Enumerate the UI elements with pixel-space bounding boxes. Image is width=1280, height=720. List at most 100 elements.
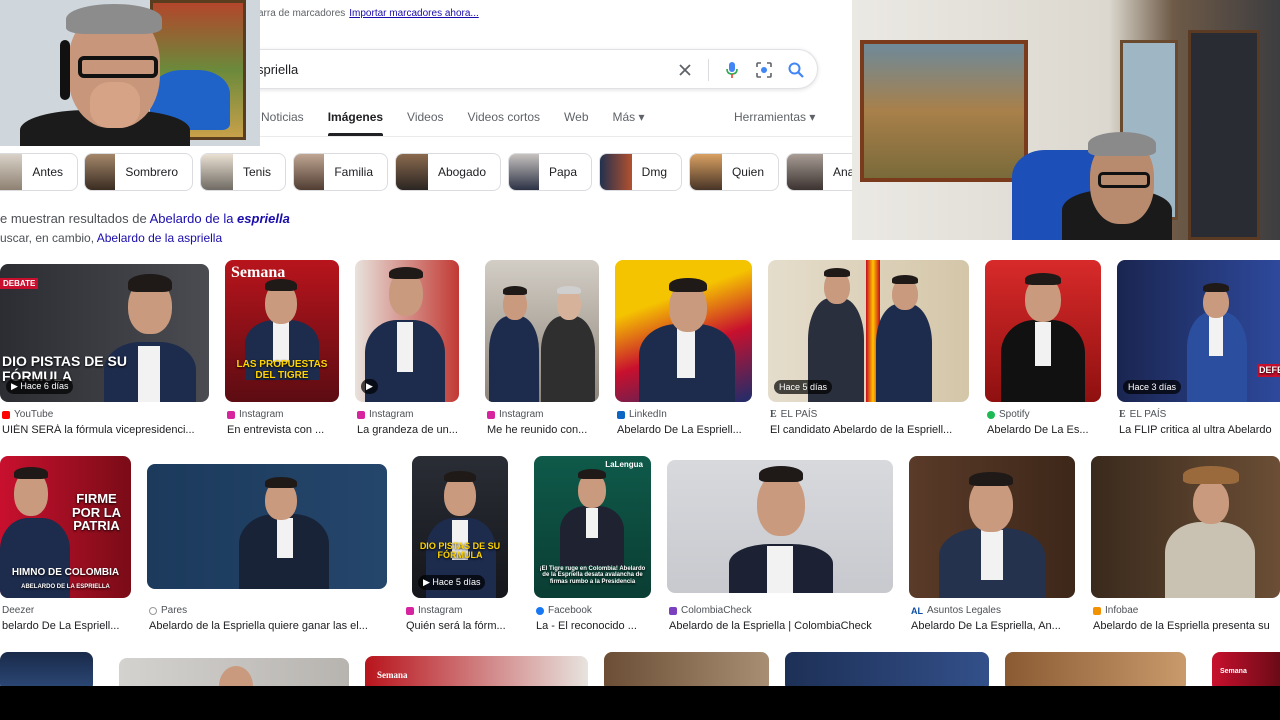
image-result[interactable] — [0, 652, 93, 686]
result-source: Infobae — [1093, 605, 1138, 616]
result-title: Abelardo De La Es... — [987, 424, 1089, 436]
result-title: En entrevista con ... — [227, 424, 325, 436]
tab-imagenes[interactable]: Imágenes — [327, 110, 384, 136]
search-divider — [708, 59, 709, 81]
search-box[interactable]: spriella — [230, 49, 818, 89]
result-thumbnail: DIO PISTAS DE SU FÓRMULA ▶ Hace 5 días — [412, 456, 508, 598]
chip-ana[interactable]: Ana — [786, 153, 852, 191]
original-query-link[interactable]: Abelardo de la aspriella — [97, 231, 222, 245]
filter-chips: Antes Sombrero Tenis Familia Abogado Pap… — [0, 153, 852, 191]
source-name: EL PAÍS — [1129, 409, 1167, 420]
result-thumbnail — [604, 652, 769, 686]
duration-badge: ▶ Hace 5 días — [418, 575, 486, 590]
age-badge: Hace 3 días — [1123, 380, 1182, 394]
result-title: Abelardo De La Espriella, An... — [911, 620, 1061, 632]
colombiacheck-icon — [669, 606, 677, 615]
chip-thumbnail — [294, 154, 325, 190]
image-result[interactable]: Spotify Abelardo De La Es... — [985, 260, 1101, 436]
image-result[interactable]: ▶ Instagram La grandeza de un... — [355, 260, 459, 436]
tab-noticias[interactable]: Noticias — [261, 110, 304, 136]
result-thumbnail — [667, 460, 893, 593]
chip-tenis[interactable]: Tenis — [200, 153, 286, 191]
tab-videos-cortos[interactable]: Videos cortos — [468, 110, 541, 136]
chip-papa[interactable]: Papa — [508, 153, 592, 191]
clear-icon[interactable] — [676, 60, 694, 80]
source-name: YouTube — [14, 409, 54, 420]
result-thumbnail: DEFE Hace 3 días — [1117, 260, 1280, 402]
tab-web[interactable]: Web — [564, 110, 588, 136]
video-badge: ▶ — [361, 379, 378, 394]
image-result[interactable] — [119, 658, 349, 686]
overlay-subcaption: HIMNO DE COLOMBIA — [11, 567, 120, 578]
search-icon[interactable] — [787, 60, 805, 80]
chip-label: Sombrero — [125, 165, 178, 179]
result-thumbnail: ▶ — [355, 260, 459, 402]
result-thumbnail: Semana LAS PROPUESTAS DEL TIGRE — [225, 260, 339, 402]
image-result[interactable]: Hace 5 días E EL PAÍS El candidato Abelar… — [768, 260, 969, 436]
spotify-icon — [987, 410, 995, 419]
result-thumbnail: FIRME POR LA PATRIA HIMNO DE COLOMBIA AB… — [0, 456, 131, 598]
image-result[interactable] — [604, 652, 769, 686]
image-result[interactable]: AL Asuntos Legales Abelardo De La Espriel… — [909, 456, 1075, 632]
result-title: Abelardo De La Espriell... — [617, 424, 742, 436]
magazine-logo: Semana — [377, 670, 408, 680]
source-name: Instagram — [418, 605, 463, 616]
image-result[interactable]: DEBATE DIO PISTAS DE SU FÓRMULA ▶ Hace 6… — [0, 264, 209, 436]
result-thumbnail — [1005, 652, 1186, 686]
result-source: Instagram — [227, 409, 283, 420]
result-thumbnail — [615, 260, 752, 402]
person-photo — [219, 666, 253, 686]
result-source: LinkedIn — [617, 409, 667, 420]
source-name: EL PAÍS — [780, 409, 818, 420]
image-result[interactable]: LinkedIn Abelardo De La Espriell... — [615, 260, 752, 436]
source-name: Asuntos Legales — [927, 605, 1001, 616]
chip-sombrero[interactable]: Sombrero — [84, 153, 193, 191]
microphone-icon[interactable] — [723, 60, 741, 80]
result-source: E EL PAÍS — [1119, 409, 1166, 420]
overlay-caption: FIRME POR LA PATRIA — [71, 491, 122, 534]
infobae-icon — [1093, 606, 1101, 615]
image-result[interactable]: Instagram Me he reunido con... — [485, 260, 599, 436]
chip-quien[interactable]: Quien — [689, 153, 779, 191]
result-thumbnail — [119, 658, 349, 686]
tab-mas[interactable]: Más ▾ — [613, 110, 645, 136]
overlay-caption: ¡El Tigre ruge en Colombia! Abelardo de … — [539, 566, 646, 585]
chip-label: Abogado — [437, 165, 486, 179]
corrected-query-link[interactable]: Abelardo de la espriella — [150, 211, 290, 226]
image-result[interactable]: Pares Abelardo de la Espriella quiere ga… — [147, 456, 387, 632]
image-result[interactable] — [1005, 652, 1186, 686]
overlay-caption: DEFE — [1257, 364, 1280, 378]
pares-icon — [149, 606, 157, 615]
instagram-icon — [227, 410, 235, 419]
webcam-overlay-left — [0, 0, 260, 146]
result-title: El candidato Abelardo de la Espriell... — [770, 424, 953, 436]
image-result[interactable]: DIO PISTAS DE SU FÓRMULA ▶ Hace 5 días I… — [404, 456, 508, 632]
doorway — [1188, 30, 1260, 240]
image-result[interactable]: ColombiaCheck Abelardo de la Espriella |… — [667, 456, 893, 632]
source-name: Instagram — [239, 409, 284, 420]
image-result[interactable]: Semana LAS PROPUESTAS DEL TIGRE Instagra… — [225, 260, 339, 436]
import-bookmarks-link[interactable]: Importar marcadores ahora... — [349, 8, 479, 19]
browser-viewport: arra de marcadores Importar marcadores ah… — [0, 0, 1280, 686]
chip-familia[interactable]: Familia — [293, 153, 388, 191]
showing-results-notice: e muestran resultados de Abelardo de la … — [0, 211, 290, 226]
magazine-logo: Semana — [1220, 668, 1247, 675]
chip-abogado[interactable]: Abogado — [395, 153, 501, 191]
image-result[interactable]: LaLengua ¡El Tigre ruge en Colombia! Abe… — [534, 456, 651, 632]
chip-thumbnail — [396, 154, 428, 190]
letterbox-bar — [0, 686, 1280, 720]
search-input[interactable]: spriella — [257, 62, 298, 77]
brand-label: DEBATE — [0, 278, 39, 289]
image-result[interactable]: DEFE Hace 3 días EEL PAÍS La FLIP critic… — [1117, 260, 1280, 436]
chip-antes[interactable]: Antes — [0, 153, 78, 191]
lens-icon[interactable] — [755, 60, 773, 80]
result-thumbnail: Semana — [365, 656, 588, 686]
image-result[interactable]: FIRME POR LA PATRIA HIMNO DE COLOMBIA AB… — [0, 456, 131, 632]
tab-videos[interactable]: Videos — [407, 110, 443, 136]
chip-dmg[interactable]: Dmg — [599, 153, 682, 191]
tools-button[interactable]: Herramientas ▾ — [734, 110, 815, 124]
image-result[interactable]: Infobae Abelardo de la Espriella present… — [1091, 456, 1280, 632]
image-result[interactable]: Semana — [1212, 652, 1280, 686]
image-result[interactable] — [785, 652, 989, 686]
image-result[interactable]: Semana — [365, 656, 588, 686]
